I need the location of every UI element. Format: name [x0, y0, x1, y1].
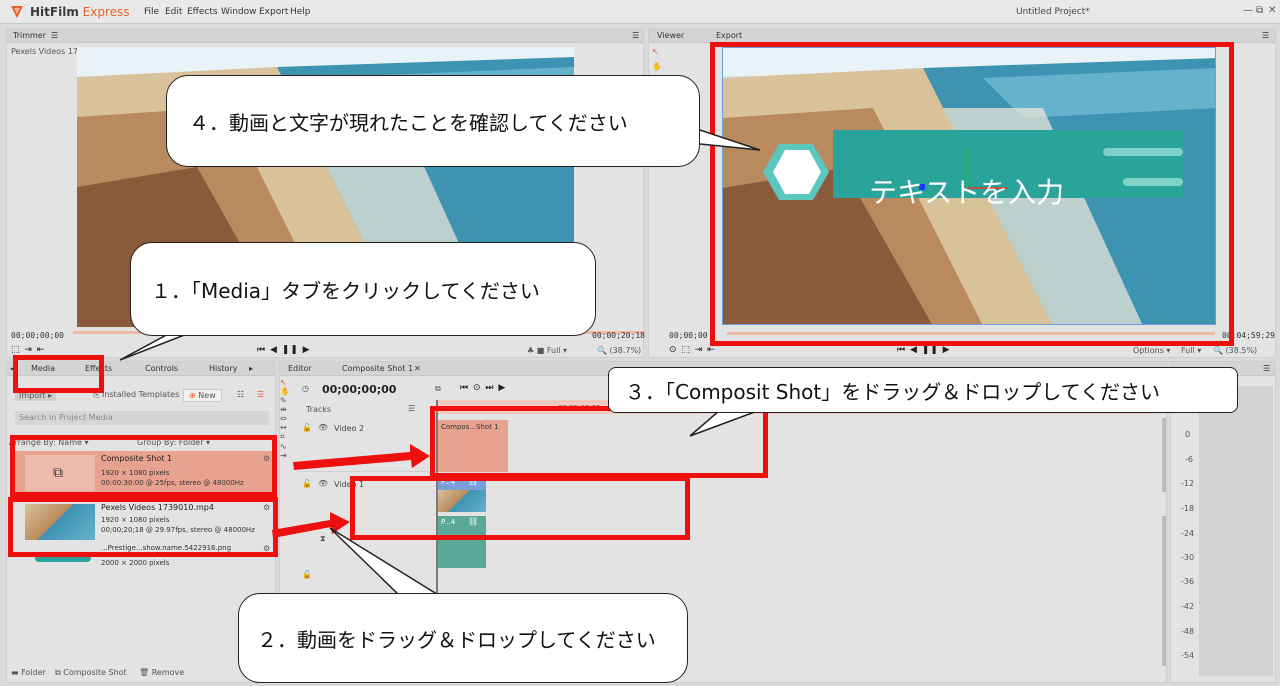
callout-step2: ２．動画をドラッグ＆ドロップしてください	[238, 593, 688, 683]
callout-step3: ３．「Composit Shot」をドラッグ＆ドロップしてください	[608, 367, 1238, 413]
callout-step4: ４．動画と文字が現れたことを確認してください	[166, 75, 700, 167]
callout-step1: １．「Media」タブをクリックしてください	[130, 242, 596, 336]
